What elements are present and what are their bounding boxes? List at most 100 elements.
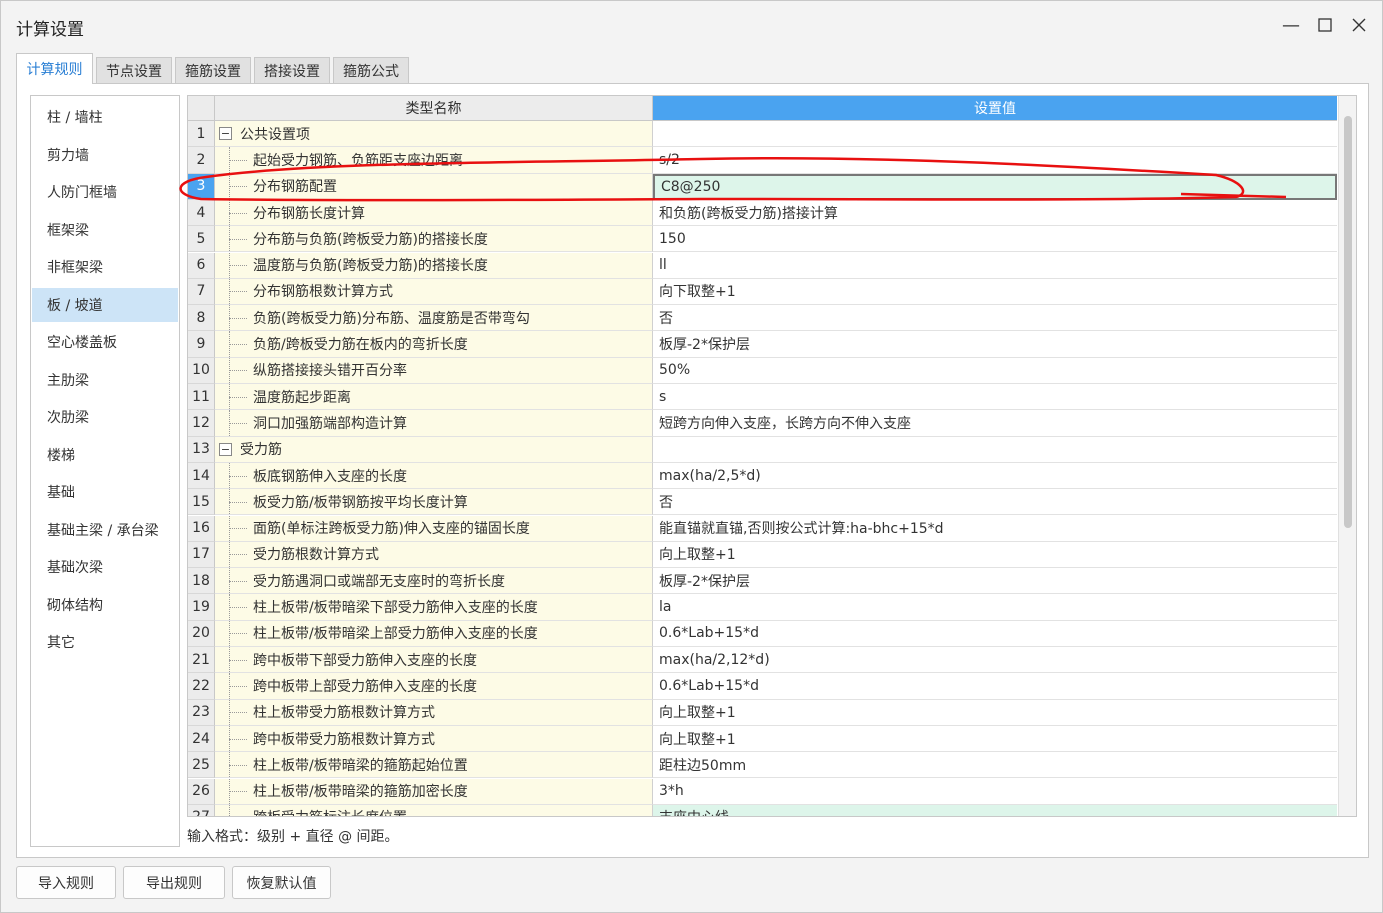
- table-row[interactable]: 4 分布钢筋长度计算 和负筋(跨板受力筋)搭接计算: [188, 199, 1337, 227]
- sidebar-item-column[interactable]: 柱 / 墙柱: [32, 100, 178, 134]
- table-row[interactable]: 5 分布筋与负筋(跨板受力筋)的搭接长度 150: [188, 226, 1337, 253]
- setting-value-cell[interactable]: ll: [653, 252, 1337, 279]
- export-rules-button[interactable]: 导出规则: [123, 866, 225, 899]
- table-row[interactable]: 9 负筋/跨板受力筋在板内的弯折长度 板厚-2*保护层: [188, 331, 1337, 358]
- table-row[interactable]: 23 柱上板带受力筋根数计算方式 向上取整+1: [188, 699, 1337, 726]
- group-row[interactable]: 1− 公共设置项: [188, 121, 1337, 148]
- setting-value-cell[interactable]: 150: [653, 226, 1337, 253]
- maximize-icon[interactable]: [1313, 13, 1337, 37]
- sidebar-item-main-rib-beam[interactable]: 主肋梁: [32, 363, 178, 397]
- table-row[interactable]: 22 跨中板带上部受力筋伸入支座的长度 0.6*Lab+15*d: [188, 673, 1337, 700]
- row-number[interactable]: 13: [188, 436, 215, 463]
- tab-calculation-rules[interactable]: 计算规则: [16, 53, 93, 84]
- table-row[interactable]: 17 受力筋根数计算方式 向上取整+1: [188, 541, 1337, 569]
- row-number[interactable]: 22: [188, 673, 215, 700]
- table-row[interactable]: 7 分布钢筋根数计算方式 向下取整+1: [188, 278, 1337, 306]
- setting-value-cell[interactable]: max(ha/2,12*d): [653, 647, 1337, 674]
- sidebar-item-frame-beam[interactable]: 框架梁: [32, 213, 178, 247]
- tab-stirrup-formula[interactable]: 箍筋公式: [333, 57, 409, 83]
- row-number[interactable]: 9: [188, 331, 215, 358]
- row-number[interactable]: 4: [188, 199, 215, 227]
- table-row[interactable]: 18 受力筋遇洞口或端部无支座时的弯折长度 板厚-2*保护层: [188, 568, 1337, 595]
- setting-value-cell[interactable]: 板厚-2*保护层: [653, 568, 1337, 595]
- table-row[interactable]: 6 温度筋与负筋(跨板受力筋)的搭接长度 ll: [188, 252, 1337, 279]
- restore-defaults-button[interactable]: 恢复默认值: [232, 866, 331, 899]
- table-row[interactable]: 27 跨板受力筋标注长度位置 支座中心线: [188, 804, 1337, 816]
- setting-value-cell[interactable]: s: [653, 384, 1337, 411]
- close-icon[interactable]: [1347, 13, 1371, 37]
- setting-value-cell[interactable]: [653, 436, 1337, 463]
- table-row[interactable]: 16 面筋(单标注跨板受力筋)伸入支座的锚固长度 能直锚就直锚,否则按公式计算:ha…: [188, 515, 1337, 542]
- table-row[interactable]: 20 柱上板带/板带暗梁上部受力筋伸入支座的长度 0.6*Lab+15*d: [188, 620, 1337, 647]
- row-number[interactable]: 21: [188, 647, 215, 674]
- setting-value-cell[interactable]: s/2: [653, 147, 1337, 174]
- row-number[interactable]: 15: [188, 489, 215, 516]
- sidebar-item-slab-ramp[interactable]: 板 / 坡道: [32, 287, 178, 322]
- table-row[interactable]: 11 温度筋起步距离 s: [188, 384, 1337, 411]
- row-number[interactable]: 5: [188, 226, 215, 253]
- row-number[interactable]: 8: [188, 305, 215, 332]
- setting-value-cell[interactable]: 50%: [653, 357, 1337, 384]
- table-row[interactable]: 26 柱上板带/板带暗梁的箍筋加密长度 3*h: [188, 778, 1337, 805]
- table-row[interactable]: 19 柱上板带/板带暗梁下部受力筋伸入支座的长度 la: [188, 594, 1337, 621]
- setting-value-cell[interactable]: 否: [653, 305, 1337, 332]
- table-row[interactable]: 8 负筋(跨板受力筋)分布筋、温度筋是否带弯勾 否: [188, 305, 1337, 332]
- row-number[interactable]: 24: [188, 725, 215, 753]
- row-number[interactable]: 23: [188, 699, 215, 726]
- row-number[interactable]: 26: [188, 778, 215, 805]
- setting-value-cell[interactable]: 距柱边50mm: [653, 752, 1337, 779]
- setting-value-cell[interactable]: 板厚-2*保护层: [653, 331, 1337, 358]
- row-number[interactable]: 14: [188, 462, 215, 490]
- tab-stirrup-settings[interactable]: 箍筋设置: [175, 57, 251, 83]
- row-number[interactable]: 10: [188, 357, 215, 384]
- group-row[interactable]: 13− 受力筋: [188, 436, 1337, 463]
- setting-value-cell[interactable]: 向上取整+1: [653, 541, 1337, 569]
- setting-value-cell[interactable]: 向上取整+1: [653, 725, 1337, 753]
- collapse-toggle-icon[interactable]: −: [219, 127, 232, 141]
- row-number[interactable]: 11: [188, 384, 215, 411]
- import-rules-button[interactable]: 导入规则: [16, 866, 116, 899]
- row-number[interactable]: 3: [188, 173, 215, 200]
- table-row[interactable]: 2 起始受力钢筋、负筋距支座边距离 s/2: [188, 147, 1337, 174]
- setting-value-cell[interactable]: la: [653, 594, 1337, 621]
- setting-value-cell[interactable]: 否: [653, 489, 1337, 516]
- row-number[interactable]: 12: [188, 410, 215, 437]
- sidebar-item-secondary-rib-beam[interactable]: 次肋梁: [32, 400, 178, 434]
- vertical-scrollbar[interactable]: [1338, 96, 1356, 816]
- row-number[interactable]: 20: [188, 620, 215, 647]
- sidebar-item-foundation-main-beam[interactable]: 基础主梁 / 承台梁: [32, 513, 178, 547]
- setting-value-cell[interactable]: 能直锚就直锚,否则按公式计算:ha-bhc+15*d: [653, 515, 1337, 542]
- sidebar-item-hollow-floor-slab[interactable]: 空心楼盖板: [32, 325, 178, 359]
- sidebar-item-stairs[interactable]: 楼梯: [32, 438, 178, 472]
- setting-value-cell[interactable]: 向下取整+1: [653, 278, 1337, 306]
- tab-lap-settings[interactable]: 搭接设置: [254, 57, 330, 83]
- setting-value-cell[interactable]: 支座中心线: [653, 804, 1337, 816]
- table-row[interactable]: 10 纵筋搭接接头错开百分率 50%: [188, 357, 1337, 384]
- sidebar-item-civil-defense-door-frame-wall[interactable]: 人防门框墙: [32, 175, 178, 209]
- setting-value-cell[interactable]: 3*h: [653, 778, 1337, 805]
- sidebar-item-foundation-secondary-beam[interactable]: 基础次梁: [32, 550, 178, 584]
- table-row[interactable]: 14 板底钢筋伸入支座的长度 max(ha/2,5*d): [188, 462, 1337, 490]
- minimize-icon[interactable]: —: [1279, 13, 1303, 37]
- setting-value-cell[interactable]: [653, 121, 1337, 148]
- scrollbar-thumb[interactable]: [1344, 116, 1352, 528]
- setting-value-cell[interactable]: 0.6*Lab+15*d: [653, 620, 1337, 647]
- setting-value-cell[interactable]: max(ha/2,5*d): [653, 462, 1337, 490]
- row-number[interactable]: 7: [188, 278, 215, 306]
- row-number[interactable]: 1: [188, 121, 215, 148]
- setting-value-cell[interactable]: 0.6*Lab+15*d: [653, 673, 1337, 700]
- tab-node-settings[interactable]: 节点设置: [96, 57, 172, 83]
- row-number[interactable]: 27: [188, 804, 215, 816]
- table-row[interactable]: 21 跨中板带下部受力筋伸入支座的长度 max(ha/2,12*d): [188, 647, 1337, 674]
- row-number[interactable]: 16: [188, 515, 215, 542]
- sidebar-item-masonry[interactable]: 砌体结构: [32, 588, 178, 622]
- setting-value-cell[interactable]: C8@250: [653, 173, 1337, 200]
- sidebar-item-foundation[interactable]: 基础: [32, 475, 178, 509]
- setting-value-cell[interactable]: 和负筋(跨板受力筋)搭接计算: [653, 199, 1337, 227]
- table-row[interactable]: 24 跨中板带受力筋根数计算方式 向上取整+1: [188, 725, 1337, 753]
- row-number[interactable]: 18: [188, 568, 215, 595]
- row-number[interactable]: 17: [188, 541, 215, 569]
- row-number[interactable]: 6: [188, 252, 215, 279]
- table-row[interactable]: 3 分布钢筋配置 C8@250: [188, 173, 1337, 200]
- table-row[interactable]: 25 柱上板带/板带暗梁的箍筋起始位置 距柱边50mm: [188, 752, 1337, 779]
